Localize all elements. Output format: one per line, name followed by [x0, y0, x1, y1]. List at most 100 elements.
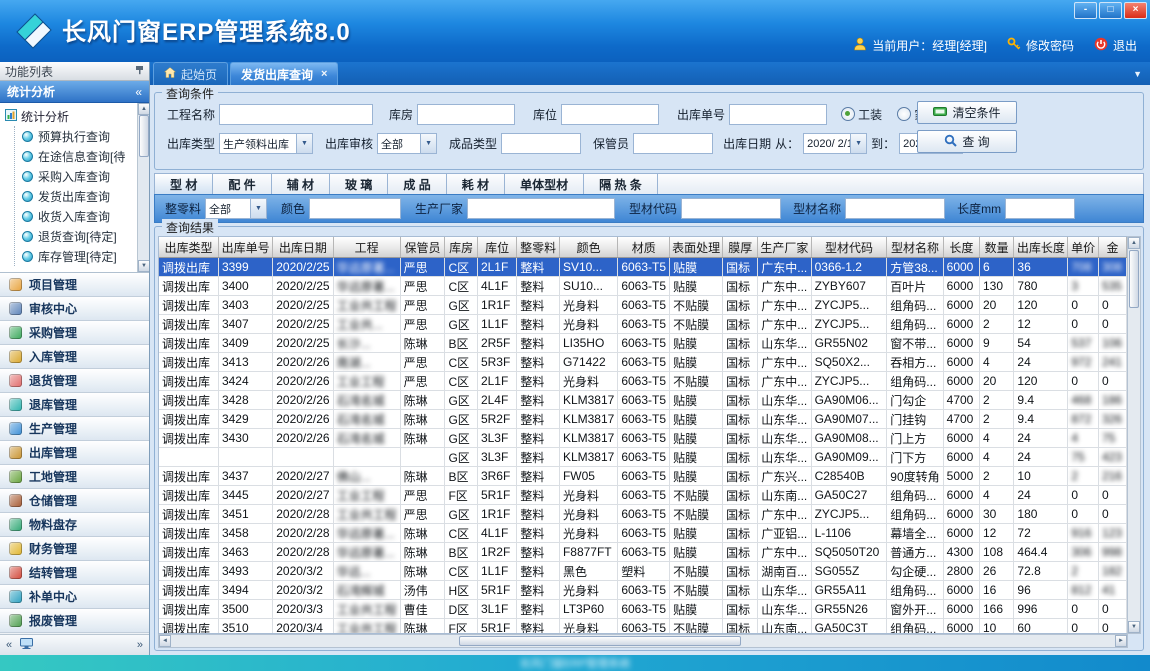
- logout-link[interactable]: 退出: [1113, 37, 1137, 54]
- date-from-select[interactable]: 2020/ 2/16 ▼: [803, 133, 867, 154]
- location-input[interactable]: [561, 104, 659, 125]
- audit-select[interactable]: 全部 ▼: [377, 133, 437, 154]
- tree-item[interactable]: 库存管理[待定]: [15, 246, 137, 266]
- table-row[interactable]: 调拨出库34302020/2/26石湾名城陈琳G区3L3F整料KLM381760…: [159, 429, 1127, 448]
- column-header[interactable]: 出库日期: [273, 237, 333, 258]
- sidebar-accordion-item[interactable]: 报废管理: [0, 609, 149, 633]
- warehouse-input[interactable]: [417, 104, 515, 125]
- tree-item[interactable]: 在途信息查询[待: [15, 146, 137, 166]
- column-header[interactable]: 材质: [618, 237, 670, 258]
- tree-item[interactable]: 退货查询[待定]: [15, 226, 137, 246]
- scrollbar-thumb[interactable]: [459, 636, 741, 646]
- column-header[interactable]: 出库单号: [218, 237, 272, 258]
- maximize-button[interactable]: □: [1099, 2, 1122, 19]
- collapse-left-icon[interactable]: «: [6, 639, 12, 651]
- material-tab[interactable]: 配 件: [213, 174, 271, 195]
- vertical-scrollbar[interactable]: ▲ ▼: [1127, 236, 1141, 634]
- tree-item[interactable]: 预算执行查询: [15, 126, 137, 146]
- table-row[interactable]: 调拨出库34242020/2/26工业工程严思C区2L1F整料光身料6063-T…: [159, 372, 1127, 391]
- sidebar-accordion-item[interactable]: 审核中心: [0, 297, 149, 321]
- column-header[interactable]: 型材名称: [887, 237, 943, 258]
- sidebar-accordion-item[interactable]: 项目管理: [0, 273, 149, 297]
- close-icon[interactable]: ×: [321, 68, 327, 80]
- table-row[interactable]: 调拨出库33992020/2/25华远原著...严思C区2L1F整料SV10..…: [159, 258, 1127, 277]
- table-row[interactable]: 调拨出库35102020/3/4工业共工程陈琳F区5R1F整料光身料6063-T…: [159, 619, 1127, 635]
- column-header[interactable]: 表面处理: [670, 237, 723, 258]
- length-input[interactable]: [1005, 198, 1075, 219]
- sidebar-accordion-item[interactable]: 采购管理: [0, 321, 149, 345]
- tree-root[interactable]: 统计分析: [5, 106, 137, 126]
- sidebar-accordion-item[interactable]: 结转管理: [0, 561, 149, 585]
- change-password-link[interactable]: 修改密码: [1026, 37, 1074, 54]
- column-header[interactable]: 金: [1098, 237, 1126, 258]
- scroll-up-icon[interactable]: ▲: [1128, 237, 1140, 249]
- table-row[interactable]: 调拨出库34292020/2/26石湾名城陈琳G区5R2F整料KLM381760…: [159, 410, 1127, 429]
- clear-conditions-button[interactable]: 清空条件: [917, 101, 1017, 124]
- computer-icon[interactable]: [20, 638, 33, 652]
- sidebar-accordion-item[interactable]: 出库管理: [0, 441, 149, 465]
- column-header[interactable]: 数量: [979, 237, 1013, 258]
- keeper-input[interactable]: [633, 133, 713, 154]
- sidebar-accordion-item[interactable]: 退库管理: [0, 393, 149, 417]
- table-row[interactable]: 调拨出库34282020/2/26石湾名城陈琳G区2L4F整料KLM381760…: [159, 391, 1127, 410]
- whole-part-select[interactable]: 全部 ▼: [205, 198, 267, 219]
- scrollbar-thumb[interactable]: [139, 115, 149, 157]
- column-header[interactable]: 出库长度: [1014, 237, 1068, 258]
- project-name-input[interactable]: [219, 104, 373, 125]
- column-header[interactable]: 型材代码: [811, 237, 887, 258]
- manufacturer-input[interactable]: [467, 198, 615, 219]
- column-header[interactable]: 长度: [943, 237, 979, 258]
- outbound-type-select[interactable]: 生产领料出库 ▼: [219, 133, 313, 154]
- tab-list-caret-icon[interactable]: ▼: [1133, 69, 1142, 79]
- sidebar-accordion-item[interactable]: 仓储管理: [0, 489, 149, 513]
- tab-shipment-outbound-query[interactable]: 发货出库查询 ×: [230, 62, 338, 85]
- table-row[interactable]: 调拨出库34132020/2/26南湖...严思C区5R3F整料G7142260…: [159, 353, 1127, 372]
- minimize-button[interactable]: -: [1074, 2, 1097, 19]
- radio-work-install[interactable]: [841, 107, 855, 121]
- scroll-down-icon[interactable]: ▼: [1128, 621, 1140, 633]
- table-row[interactable]: 调拨出库34092020/2/25长沙...陈琳B区2R5F整料LI35HO60…: [159, 334, 1127, 353]
- column-header[interactable]: 颜色: [559, 237, 617, 258]
- table-row[interactable]: 调拨出库34452020/2/27工业工程严思F区5R1F整料光身料6063-T…: [159, 486, 1127, 505]
- table-row[interactable]: 调拨出库34372020/2/27佛山...陈琳B区3R6F整料FW056063…: [159, 467, 1127, 486]
- column-header[interactable]: 库位: [477, 237, 516, 258]
- color-input[interactable]: [309, 198, 401, 219]
- column-header[interactable]: 出库类型: [159, 237, 218, 258]
- material-tab[interactable]: 型 材: [155, 174, 213, 195]
- column-header[interactable]: 库房: [445, 237, 478, 258]
- material-tab[interactable]: 辅 材: [272, 174, 330, 195]
- close-button[interactable]: ×: [1124, 2, 1147, 19]
- material-tab[interactable]: 成 品: [388, 174, 446, 195]
- tree-item[interactable]: 发货出库查询: [15, 186, 137, 206]
- sidebar-accordion-item[interactable]: 入库管理: [0, 345, 149, 369]
- material-tab[interactable]: 耗 材: [447, 174, 505, 195]
- scroll-left-icon[interactable]: ◄: [159, 635, 171, 647]
- table-row[interactable]: 调拨出库34932020/3/2华远...陈琳C区1L1F整料黑色塑料不贴膜国标…: [159, 562, 1127, 581]
- horizontal-scrollbar[interactable]: ◄ ►: [158, 634, 1128, 648]
- profile-name-input[interactable]: [845, 198, 945, 219]
- sidebar-accordion-item[interactable]: 补单中心: [0, 585, 149, 609]
- expand-right-icon[interactable]: »: [137, 639, 143, 651]
- column-header[interactable]: 膜厚: [723, 237, 758, 258]
- tree-item[interactable]: 收货入库查询: [15, 206, 137, 226]
- table-row[interactable]: 调拨出库35002020/3/3工业共工程曹佳D区3L1F整料LT3P60606…: [159, 600, 1127, 619]
- scroll-up-icon[interactable]: ▲: [138, 103, 149, 115]
- sidebar-accordion-item[interactable]: 生产管理: [0, 417, 149, 441]
- sidebar-accordion-item[interactable]: 工地管理: [0, 465, 149, 489]
- material-tab[interactable]: 隔 热 条: [584, 174, 658, 195]
- radio-home-install[interactable]: [897, 107, 911, 121]
- tree-scrollbar[interactable]: ▲ ▼: [137, 103, 149, 272]
- order-no-input[interactable]: [729, 104, 827, 125]
- scroll-down-icon[interactable]: ▼: [138, 260, 149, 272]
- search-button[interactable]: 查 询: [917, 130, 1017, 153]
- product-type-input[interactable]: [501, 133, 581, 154]
- sidebar-section-header[interactable]: 统计分析 «: [0, 81, 149, 103]
- sidebar-accordion-item[interactable]: 财务管理: [0, 537, 149, 561]
- sidebar-accordion-item[interactable]: 退货管理: [0, 369, 149, 393]
- collapse-icon[interactable]: «: [135, 85, 142, 99]
- sidebar-accordion-item[interactable]: 物料盘存: [0, 513, 149, 537]
- column-header[interactable]: 工程: [333, 237, 400, 258]
- tree-item[interactable]: 采购入库查询: [15, 166, 137, 186]
- column-header[interactable]: 单价: [1068, 237, 1099, 258]
- table-row[interactable]: G区3L3F整料KLM38176063-T5贴膜国标山东华...GA90M09.…: [159, 448, 1127, 467]
